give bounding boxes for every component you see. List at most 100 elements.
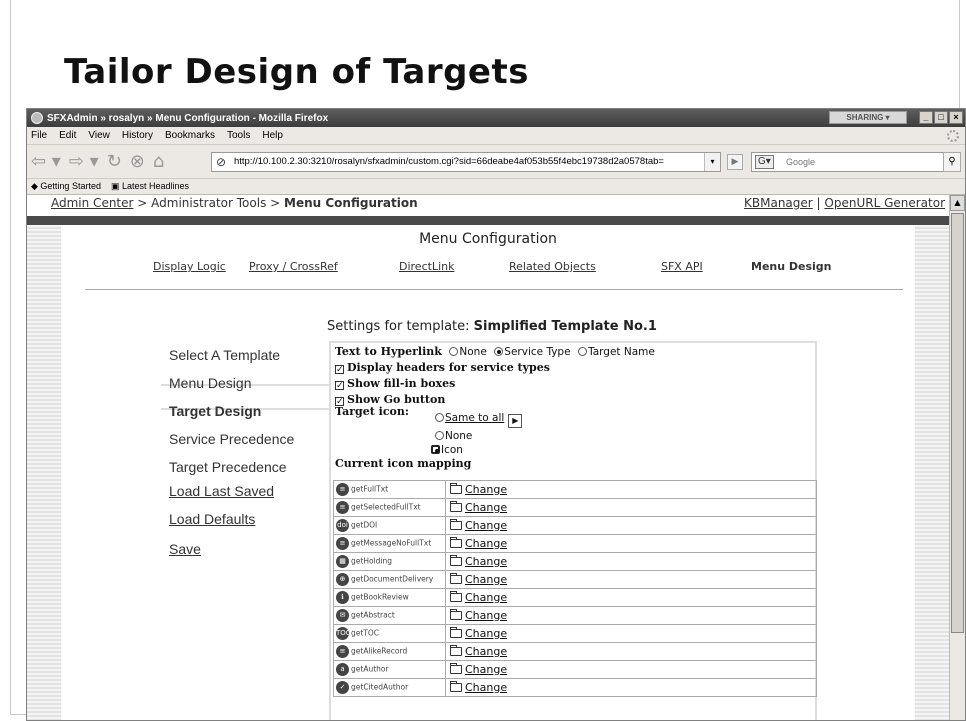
google-engine-icon[interactable]: G▾ [755,155,774,169]
home-icon[interactable]: ⌂ [153,151,164,172]
tab-related-objects[interactable]: Related Objects [509,260,596,273]
table-row: ✉ getAbstract Change [333,606,817,625]
fill-in-checkbox[interactable]: ✓ [335,381,344,391]
breadcrumb-admin-center[interactable]: Admin Center [51,196,133,210]
tab-directlink[interactable]: DirectLink [399,260,454,273]
nav-target-precedence[interactable]: Target Precedence [169,459,287,475]
openurl-generator-link[interactable]: OpenURL Generator [824,196,945,210]
forward-icon[interactable]: ⇨ ▾ [69,151,99,172]
search-icon[interactable]: ⚲ [943,152,961,172]
minimize-icon[interactable]: _ [919,111,933,124]
change-cell: Change [445,678,817,697]
folder-icon[interactable] [450,483,462,494]
tab-menu-design[interactable]: Menu Design [751,260,832,273]
radio-hyperlink-none[interactable] [449,347,459,356]
service-name: getDOI [351,520,378,530]
change-link[interactable]: Change [465,591,507,604]
scroll-thumb[interactable] [951,213,964,633]
service-cell: ✉ getAbstract [333,606,446,625]
sharing-label: SHARING [846,113,884,122]
change-link[interactable]: Change [465,519,507,532]
change-link[interactable]: Change [465,483,507,496]
service-icon: ≡ [336,537,349,550]
top-links: KBManager | OpenURL Generator [744,196,945,210]
radio-icon-none[interactable] [435,431,444,440]
service-name: getAuthor [351,664,389,674]
menu-tools[interactable]: Tools [227,130,250,141]
folder-icon[interactable] [450,537,462,548]
maximize-icon[interactable]: □ [934,111,948,124]
reload-icon[interactable]: ↻ [107,151,122,172]
close-icon[interactable]: × [949,111,963,124]
table-row: ⊕ getDocumentDelivery Change [333,570,817,589]
change-link[interactable]: Change [465,627,507,640]
tab-display-logic[interactable]: Display Logic [153,260,226,273]
search-input[interactable]: G▾ Google [751,152,947,172]
change-link[interactable]: Change [465,645,507,658]
tab-proxy-crossref[interactable]: Proxy / CrossRef [249,260,338,273]
tab-sfx-api[interactable]: SFX API [661,260,703,273]
folder-icon[interactable] [450,645,462,656]
go-icon[interactable]: ▶ [727,154,743,170]
menu-history[interactable]: History [122,130,153,141]
change-link[interactable]: Change [465,537,507,550]
breadcrumb-current: Menu Configuration [284,196,418,210]
radio-same-to-all[interactable] [435,413,444,422]
nav-service-precedence[interactable]: Service Precedence [169,431,294,447]
service-cell: TOCgetTOC [333,624,446,643]
menu-view[interactable]: View [88,130,110,141]
icon-picker-button[interactable]: ▶ [508,414,523,428]
table-row: a getAuthor Change [333,660,817,679]
menu-file[interactable]: File [31,130,47,141]
stop-icon[interactable]: ⊗ [130,151,145,172]
menu-help[interactable]: Help [262,130,283,141]
change-link[interactable]: Change [465,501,507,514]
menu-edit[interactable]: Edit [59,130,76,141]
folder-icon[interactable] [450,519,462,530]
option-service-type: Service Type [504,346,571,358]
scroll-up-icon[interactable]: ▲ [950,195,965,211]
bookmark-latest-headlines[interactable]: ▣ Latest Headlines [111,181,189,192]
folder-icon[interactable] [450,681,462,692]
same-to-all-link[interactable]: Same to all [445,412,504,424]
breadcrumb-admin-tools: Administrator Tools [151,196,267,210]
sharing-button[interactable]: SHARING ▾ [829,111,907,124]
page-content: Admin Center > Administrator Tools > Men… [27,195,949,720]
folder-icon[interactable] [450,663,462,674]
bookmark-getting-started[interactable]: ◆ Getting Started [31,181,101,192]
folder-icon[interactable] [450,555,462,566]
nav-target-design[interactable]: Target Design [169,403,261,419]
kbmanager-link[interactable]: KBManager [744,196,813,210]
nav-load-last-saved[interactable]: Load Last Saved [169,483,274,499]
nav-menu-design[interactable]: Menu Design [169,375,252,391]
folder-icon[interactable] [450,573,462,584]
change-link[interactable]: Change [465,609,507,622]
change-link[interactable]: Change [465,573,507,586]
folder-icon[interactable] [450,591,462,602]
radio-icon-icon[interactable] [431,445,440,454]
folder-icon[interactable] [450,501,462,512]
change-link[interactable]: Change [465,663,507,676]
url-bar[interactable]: ⊘ http://10.100.2.30:3210/rosalyn/sfxadm… [211,152,721,172]
folder-icon[interactable] [450,609,462,620]
nav-select-template[interactable]: Select A Template [169,347,280,363]
service-icon: ✓ [336,681,349,694]
right-margin-stripes [915,225,949,720]
menu-bookmarks[interactable]: Bookmarks [165,130,215,141]
back-icon[interactable]: ⇦ ▾ [31,151,61,172]
change-link[interactable]: Change [465,555,507,568]
site-icon: ⊘ [216,155,227,169]
radio-hyperlink-service-type[interactable] [494,347,504,356]
radio-hyperlink-target-name[interactable] [578,347,588,356]
browser-window: SFXAdmin » rosalyn » Menu Configuration … [26,108,966,721]
display-headers-checkbox[interactable]: ✓ [335,365,344,375]
change-link[interactable]: Change [465,681,507,694]
nav-save[interactable]: Save [169,541,201,557]
icon-mapping-table: ≡ getFullTxt Change ≡ getSelectedFullTxt Chan… [333,480,817,697]
scrollbar[interactable]: ▲ [949,195,965,720]
url-dropdown-icon[interactable]: ▾ [704,153,720,171]
folder-icon[interactable] [450,627,462,638]
bookmarks-bar: ◆ Getting Started ▣ Latest Headlines [27,179,965,195]
nav-load-defaults[interactable]: Load Defaults [169,511,255,527]
service-icon: ℹ [336,591,349,604]
